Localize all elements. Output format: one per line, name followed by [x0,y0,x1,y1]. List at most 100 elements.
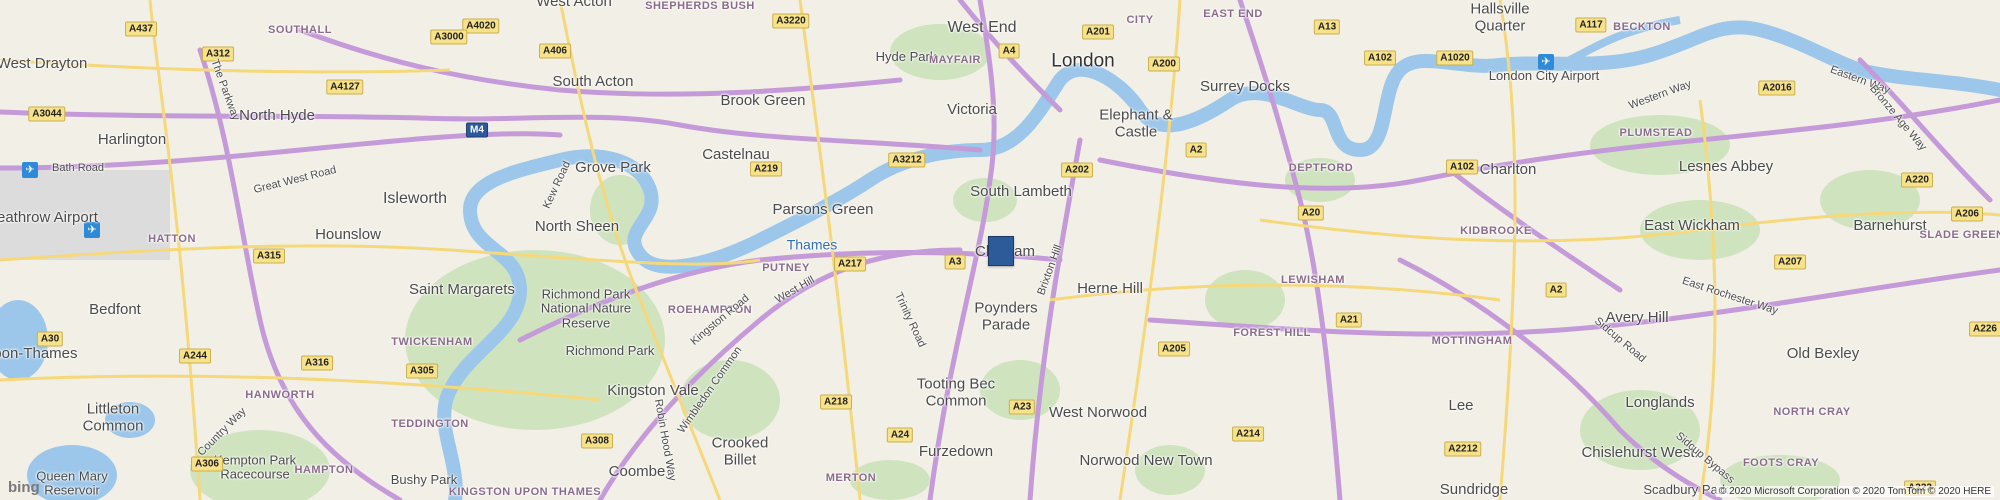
place-label[interactable]: Chislehurst West [1581,444,1694,462]
area-label: TEDDINGTON [391,417,469,430]
place-label[interactable]: Harlington [98,131,166,149]
place-label[interactable]: Crooked Billet [705,435,775,469]
place-label[interactable]: Richmond Park [566,343,655,358]
place-label[interactable]: East Wickham [1644,217,1740,235]
place-label[interactable]: Old Bexley [1787,345,1860,363]
place-label[interactable]: Herne Hill [1077,280,1143,298]
road-shield: A20 [1297,205,1325,221]
area-label: DEPTFORD [1288,161,1354,174]
road-shield: A2212 [1444,441,1482,457]
place-label[interactable]: Isleworth [383,190,447,208]
place-label[interactable]: West Drayton [0,55,87,73]
road-shield: A23 [1008,399,1036,415]
road-shield: A24 [886,427,914,443]
place-label[interactable]: Longlands [1625,394,1694,412]
place-label[interactable]: Norwood New Town [1079,452,1212,470]
road-shield: A4020 [462,18,500,34]
place-label-west-end[interactable]: West End [947,19,1016,37]
place-label[interactable]: Queen Mary Reservoir [32,469,112,499]
airport-icon[interactable]: ✈ [22,162,38,178]
road-shield: A244 [179,348,211,364]
area-label: HATTON [148,232,196,245]
place-label[interactable]: London City Airport [1489,68,1600,83]
road-shield: A4 [998,43,1020,59]
area-label: MOTTINGHAM [1431,334,1513,347]
road-shield: A220 [1901,172,1933,188]
road-shield: A437 [125,21,157,37]
road-shield: A308 [581,433,613,449]
road-shield: A201 [1082,24,1114,40]
map-credit: © 2020 Microsoft Corporation © 2020 TomT… [1715,486,1994,497]
road-shield: A1020 [1436,50,1474,66]
place-label[interactable]: Tooting Bec Common [916,376,996,410]
place-label[interactable]: Coombe [609,463,666,481]
place-label[interactable]: West Acton [536,0,612,10]
place-label[interactable]: North Hyde [239,107,315,125]
road-shield: A3220 [772,13,810,29]
road-shield: A102 [1446,159,1478,175]
area-label: SHEPHERDS BUSH [645,0,755,12]
place-label[interactable]: Heathrow Airport [0,209,98,227]
place-label[interactable]: Surrey Docks [1200,78,1290,96]
place-label[interactable]: Parsons Green [773,201,874,219]
area-label: KINGSTON UPON THAMES [448,485,602,498]
place-label[interactable]: Lesnes Abbey [1679,158,1773,176]
road-shield: A2 [1545,282,1567,298]
road-shield: A305 [406,363,438,379]
road-shield: A2 [1185,142,1207,158]
water-label: Thames [786,236,838,253]
road-shield: A3 [944,254,966,270]
place-label[interactable]: Hounslow [315,226,381,244]
road-shield: A30 [36,331,64,347]
place-label[interactable]: Grove Park [575,159,651,177]
place-label[interactable]: Barnehurst [1853,217,1926,235]
place-label[interactable]: Sundridge [1440,481,1508,499]
place-label[interactable]: North Sheen [535,218,619,236]
area-label: FOOTS CRAY [1742,456,1820,469]
place-label-london[interactable]: London [1051,51,1114,73]
place-label[interactable]: South Lambeth [970,183,1072,201]
place-label[interactable]: Saint Margarets [409,281,515,299]
area-label: MERTON [825,471,877,484]
road-shield: A315 [253,248,285,264]
area-label: BECKTON [1613,20,1671,33]
map-pin-square-icon[interactable] [988,236,1014,266]
road-shield: A206 [1951,206,1983,222]
place-label[interactable]: Poynders Parade [971,300,1041,334]
area-label: NORTH CRAY [1773,405,1851,418]
place-label[interactable]: Lee [1448,397,1473,415]
place-label[interactable]: Bedfont [89,301,141,319]
place-label[interactable]: West Norwood [1049,404,1147,422]
place-label[interactable]: Upon-Thames [0,345,78,363]
place-label[interactable]: Kempton Park Racecourse [210,453,300,483]
area-label: HANWORTH [245,388,315,401]
area-label: MAYFAIR [929,53,981,66]
area-label: SLADE GREEN [1919,228,2000,241]
road-shield: A306 [191,456,223,472]
road-shield: A316 [301,355,333,371]
map-canvas[interactable]: ✈ ✈ ✈ London West End West Drayton Harli… [0,0,2000,500]
place-label[interactable]: Littleton Common [73,401,153,435]
place-label[interactable]: Brook Green [720,92,805,110]
place-label[interactable]: Furzedown [919,443,993,461]
place-label[interactable]: Elephant & Castle [1096,107,1176,141]
place-label[interactable]: Richmond Park National Nature Reserve [536,287,636,331]
place-label[interactable]: Hyde Park [876,49,937,64]
road-shield: A3212 [888,152,926,168]
place-label[interactable]: Victoria [947,101,997,119]
place-label[interactable]: Bushy Park [391,472,457,487]
road-shield: A217 [834,256,866,272]
place-label[interactable]: South Acton [553,73,634,91]
place-label[interactable]: Charlton [1480,161,1537,179]
place-label[interactable]: Hallsville Quarter [1460,1,1540,35]
road-shield: A406 [539,43,571,59]
area-label: TWICKENHAM [391,335,473,348]
area-label: HAMPTON [294,463,354,476]
area-label: CITY [1126,13,1154,26]
road-shield: A13 [1313,19,1341,35]
area-label: PLUMSTEAD [1619,126,1693,139]
place-label[interactable]: Avery Hill [1605,309,1668,327]
area-label: PUTNEY [762,261,810,274]
place-label[interactable]: Kingston Vale [607,382,698,400]
road-shield: A218 [820,394,852,410]
